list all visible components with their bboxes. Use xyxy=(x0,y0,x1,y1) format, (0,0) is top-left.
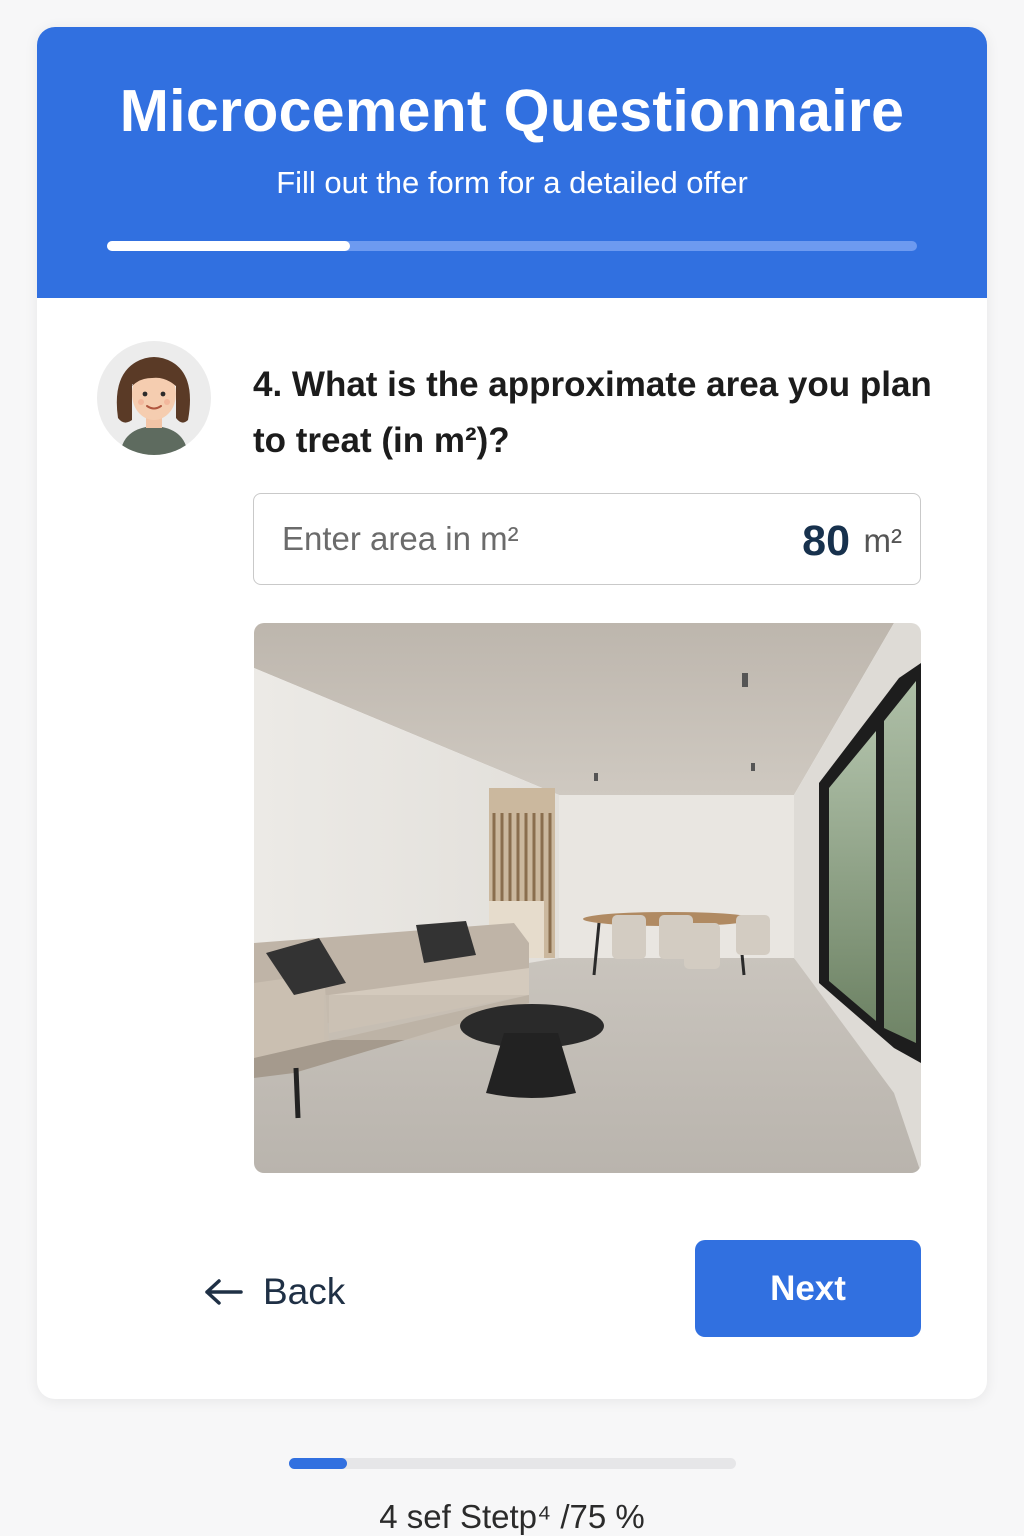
area-value: 80 xyxy=(802,517,850,565)
arrow-left-icon xyxy=(205,1279,243,1305)
page-title: Microcement Questionnaire xyxy=(119,78,905,144)
footer-progress-fill xyxy=(289,1458,348,1469)
page-subtitle: Fill out the form for a detailed offer xyxy=(276,165,748,200)
question-text: 4. What is the approximate area you plan… xyxy=(253,365,932,460)
area-unit: m² xyxy=(863,522,902,559)
header-progress-bar xyxy=(107,241,917,251)
header: Microcement Questionnaire Fill out the f… xyxy=(37,27,987,298)
questionnaire-card: Microcement Questionnaire Fill out the f… xyxy=(37,27,987,1399)
header-progress-fill xyxy=(107,241,350,251)
woman-avatar-icon xyxy=(96,340,212,456)
step-indicator: 4 sef Stetp⁴ /75 % xyxy=(379,1498,645,1535)
next-button[interactable]: Next xyxy=(695,1240,921,1337)
footer-progress-bar xyxy=(289,1458,736,1469)
area-input[interactable] xyxy=(282,516,742,562)
living-room-photo xyxy=(254,623,921,1173)
back-button[interactable]: Back xyxy=(203,1262,363,1322)
back-label: Back xyxy=(263,1271,346,1312)
area-field[interactable]: 80 m² xyxy=(253,493,921,585)
